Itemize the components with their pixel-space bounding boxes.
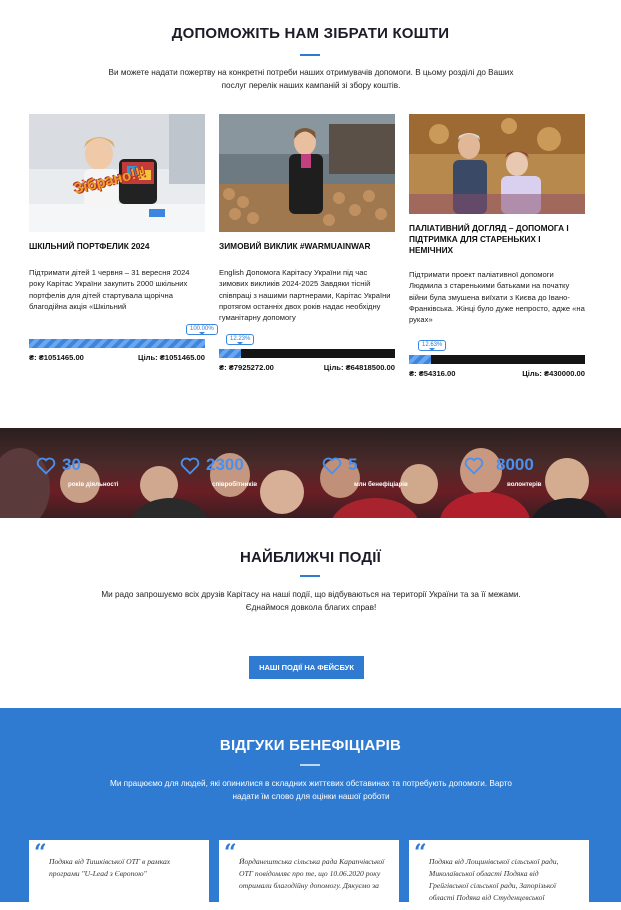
campaign-photo-girl-with-backpack[interactable]: Зібрано!!!: [29, 114, 205, 232]
money-row: ₴: ₴1051465.00 Ціль: ₴1051465.00: [29, 353, 205, 362]
heart-outline-icon: [322, 457, 342, 475]
review-card[interactable]: “ Подяка від Тишківської ОТГ в рамках пр…: [29, 840, 209, 910]
campaign-title[interactable]: ПАЛІАТИВНИЙ ДОГЛЯД – ДОПОМОГА І ПІДТРИМК…: [409, 223, 585, 256]
reviews-intro: Ми працюємо для людей, які опинилися в с…: [110, 779, 512, 801]
heart-outline-icon: [180, 457, 200, 475]
campaign-card-winter[interactable]: ЗИМОВИЙ ВИКЛИК #WARMUAINWAR English Допо…: [219, 114, 395, 384]
quote-icon: “: [414, 840, 427, 866]
heart-outline-icon: [36, 457, 56, 475]
progress-fill: [219, 349, 241, 358]
stat-label: волонтерів: [507, 481, 542, 488]
campaign-photo-elderly-couple[interactable]: [409, 114, 585, 214]
facebook-events-button[interactable]: НАШІ ПОДІЇ НА ФЕЙСБУК: [249, 656, 364, 679]
stat-number: 2300: [206, 455, 244, 474]
progress-percent-badge: 100.00%: [186, 324, 218, 335]
stat-number: 8000: [496, 455, 534, 474]
progress-bar: [219, 349, 395, 358]
review-text: Подяка від Тишківської ОТГ в рамках прог…: [49, 857, 171, 878]
stat-number: 5: [348, 455, 358, 474]
stat-label: млн бенефіціарів: [354, 481, 408, 488]
stat-number: 30: [62, 455, 81, 474]
title-underline: [300, 54, 320, 56]
goal-amount: Ціль: ₴430000.00: [522, 369, 585, 378]
goal-amount: Ціль: ₴1051465.00: [138, 353, 205, 362]
campaign-text: Підтримати дітей 1 червня – 31 вересня 2…: [29, 268, 190, 311]
raised-amount: ₴: ₴54316.00: [409, 369, 456, 378]
goal-amount: Ціль: ₴64818500.00: [323, 363, 395, 372]
review-card[interactable]: “ Йорданештська сільська рада Карапчівсь…: [219, 840, 399, 910]
progress-bar: [409, 355, 585, 364]
events-section: НАЙБЛИЖЧІ ПОДІЇ Ми радо запрошуємо всіх …: [0, 518, 621, 708]
donate-title: ДОПОМОЖІТЬ НАМ ЗІБРАТИ КОШТИ: [171, 25, 450, 42]
donate-section: ДОПОМОЖІТЬ НАМ ЗІБРАТИ КОШТИ Ви можете н…: [0, 0, 621, 428]
review-text: Подяка від Лощинівської сільської ради, …: [429, 857, 559, 902]
review-text: Йорданештська сільська рада Карапчівсько…: [239, 857, 385, 890]
progress-percent-badge: 12.23%: [226, 334, 255, 345]
money-row: ₴: ₴54316.00 Ціль: ₴430000.00: [409, 369, 585, 378]
quote-icon: “: [34, 840, 47, 866]
progress-fill: [409, 355, 432, 364]
campaign-title[interactable]: ЗИМОВИЙ ВИКЛИК #WARMUAINWAR: [219, 241, 395, 252]
raised-amount: ₴: ₴7925272.00: [219, 363, 274, 372]
reviews-section: ВІДГУКИ БЕНЕФІЦІАРІВ Ми працюємо для люд…: [0, 708, 621, 910]
review-card[interactable]: “ Подяка від Лощинівської сільської ради…: [409, 840, 589, 910]
campaign-card-school-bag[interactable]: Зібрано!!! ШКІЛЬНИЙ ПОРТФЕЛИК 2024 Підтр…: [29, 114, 218, 384]
progress-percent-badge: 12.63%: [418, 340, 447, 351]
title-underline: [300, 575, 320, 577]
campaign-title[interactable]: ШКІЛЬНИЙ ПОРТФЕЛИК 2024: [29, 241, 205, 252]
progress-bar: [29, 339, 205, 348]
events-intro: Ми радо запрошуємо всіх друзів Карітасу …: [101, 590, 521, 612]
heart-outline-icon: [464, 457, 484, 475]
campaign-text: English Допомога Карітасу України під ча…: [219, 268, 391, 323]
stat-label: років діяльності: [68, 481, 119, 488]
events-title: НАЙБЛИЖЧІ ПОДІЇ: [239, 549, 382, 566]
title-underline: [300, 764, 320, 766]
stat-label: співробітників: [212, 481, 257, 488]
stats-strip: 30 років діяльності 2300 співробітників …: [0, 428, 621, 518]
quote-icon: “: [224, 840, 237, 866]
campaign-text: Підтримати проект паліативної допомоги Л…: [409, 270, 585, 325]
campaign-card-palliative[interactable]: ПАЛІАТИВНИЙ ДОГЛЯД – ДОПОМОГА І ПІДТРИМК…: [409, 114, 585, 384]
progress-fill: [29, 339, 205, 348]
donate-intro: Ви можете надати пожертву на конкретні п…: [108, 68, 514, 90]
raised-amount: ₴: ₴1051465.00: [29, 353, 84, 362]
campaign-photo-woman-firewood[interactable]: [219, 114, 395, 232]
money-row: ₴: ₴7925272.00 Ціль: ₴64818500.00: [219, 363, 395, 372]
reviews-title: ВІДГУКИ БЕНЕФІЦІАРІВ: [219, 737, 402, 754]
